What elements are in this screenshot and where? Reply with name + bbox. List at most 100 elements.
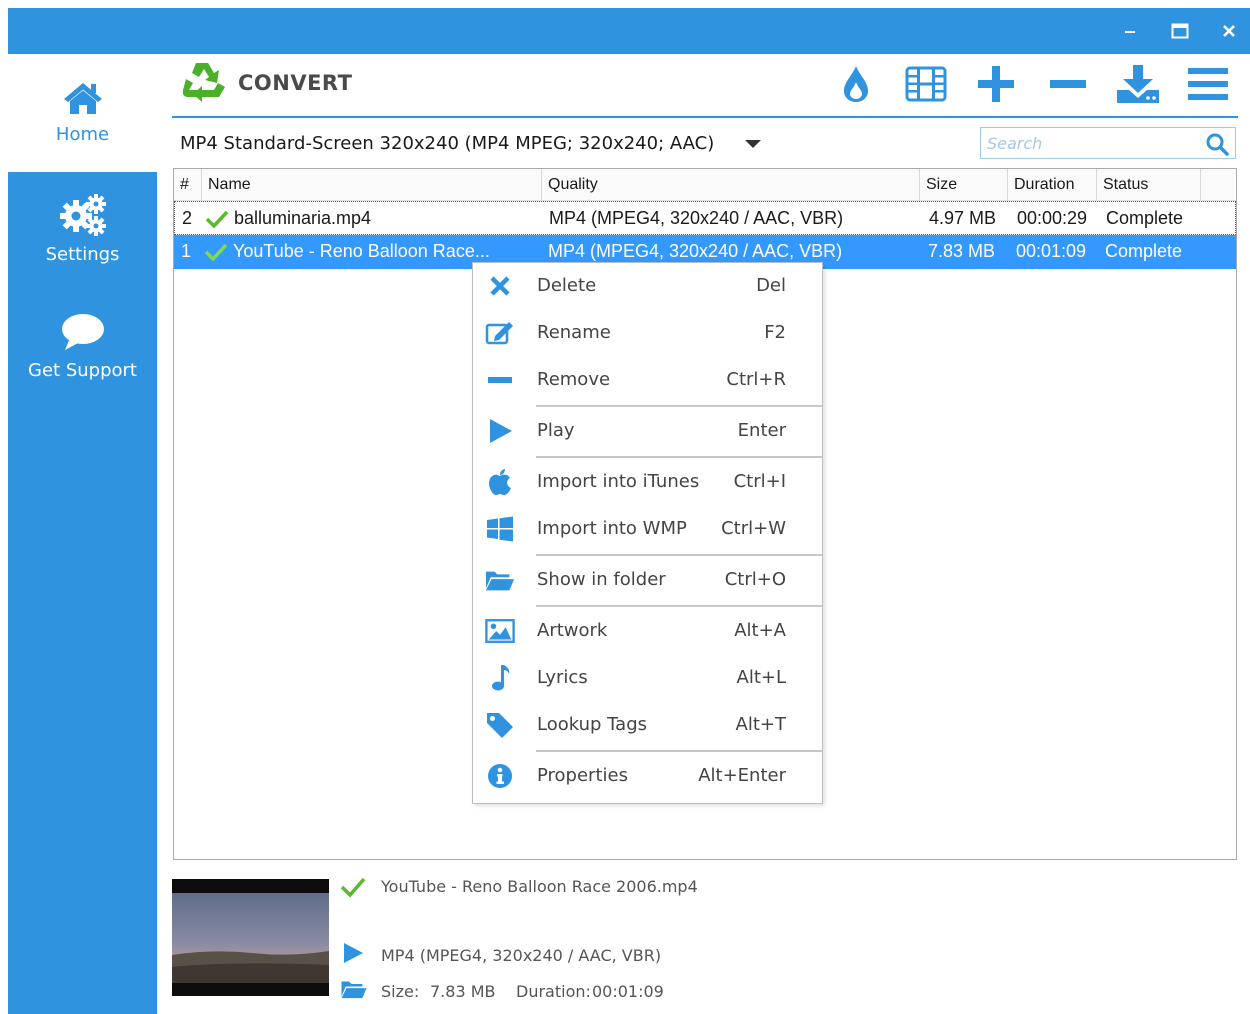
menu-item-shortcut: Ctrl+O xyxy=(724,569,786,590)
menu-item-artwork[interactable]: Artwork Alt+A xyxy=(473,609,822,653)
detail-size-label: Size: xyxy=(381,982,420,1001)
table-row[interactable]: 2 balluminaria.mp4 MP4 (MPEG4, 320x240 /… xyxy=(174,201,1236,235)
info-icon xyxy=(485,763,515,789)
tag-icon xyxy=(485,712,515,738)
menu-item-rename[interactable]: Rename F2 xyxy=(473,311,822,355)
menu-item-shortcut: F2 xyxy=(764,322,786,343)
music-note-icon xyxy=(485,665,515,691)
menu-item-show-in-folder[interactable]: Show in folder Ctrl+O xyxy=(473,558,822,602)
sidebar-item-label: Settings xyxy=(45,244,120,265)
column-header-name[interactable]: Name xyxy=(202,169,542,201)
menu-item-label: Rename xyxy=(537,322,611,343)
play-icon[interactable] xyxy=(342,942,364,964)
column-header-size[interactable]: Size xyxy=(920,169,1008,201)
menu-item-label: Play xyxy=(537,420,575,441)
film-icon xyxy=(905,66,947,102)
row-duration: 00:00:29 xyxy=(1017,208,1088,228)
chat-bubble-icon xyxy=(61,314,104,350)
detail-filename: YouTube - Reno Balloon Race 2006.mp4 xyxy=(381,877,698,896)
row-number: 2 xyxy=(182,208,193,228)
film-button[interactable] xyxy=(902,60,950,108)
row-status: Complete xyxy=(1106,208,1184,228)
delete-x-icon xyxy=(485,273,515,299)
add-icon xyxy=(978,66,1014,102)
close-icon xyxy=(1223,25,1235,37)
menu-item-properties[interactable]: Properties Alt+Enter xyxy=(473,754,822,798)
check-icon xyxy=(205,210,229,228)
add-button[interactable] xyxy=(972,60,1020,108)
video-thumbnail[interactable] xyxy=(172,879,329,996)
burn-icon xyxy=(844,66,868,102)
menu-separator xyxy=(536,554,822,556)
maximize-button[interactable] xyxy=(1164,16,1196,46)
menu-separator xyxy=(536,605,822,607)
search-box xyxy=(980,127,1236,159)
search-icon[interactable] xyxy=(1205,132,1229,156)
sidebar-item-label: Home xyxy=(55,124,110,145)
apple-icon xyxy=(485,469,515,495)
menu-item-lyrics[interactable]: Lyrics Alt+L xyxy=(473,656,822,700)
menu-item-shortcut: Ctrl+W xyxy=(721,518,786,539)
menu-item-shortcut: Alt+L xyxy=(736,667,786,688)
minimize-icon xyxy=(1125,31,1135,33)
menu-item-label: Remove xyxy=(537,369,611,390)
row-quality: MP4 (MPEG4, 320x240 / AAC, VBR) xyxy=(549,208,844,228)
remove-icon xyxy=(1050,80,1086,88)
sidebar-item-get-support[interactable]: Get Support xyxy=(8,312,157,381)
toolbar: CONVERT xyxy=(172,54,1238,118)
folder-icon xyxy=(485,567,515,593)
remove-button[interactable] xyxy=(1044,60,1092,108)
column-header-quality[interactable]: Quality xyxy=(542,169,920,201)
column-header-duration[interactable]: Duration xyxy=(1008,169,1097,201)
menu-item-import-wmp[interactable]: Import into WMP Ctrl+W xyxy=(473,507,822,551)
menu-item-delete[interactable]: Delete Del xyxy=(473,264,822,308)
menu-item-label: Lyrics xyxy=(537,667,588,688)
menu-item-label: Show in folder xyxy=(537,569,666,590)
sidebar-item-label: Get Support xyxy=(28,360,137,381)
menu-item-label: Import into WMP xyxy=(537,518,687,539)
menu-item-lookup-tags[interactable]: Lookup Tags Alt+T xyxy=(473,703,822,747)
menu-item-shortcut: Ctrl+I xyxy=(733,471,786,492)
burn-button[interactable] xyxy=(832,60,880,108)
gears-icon xyxy=(59,194,106,236)
preset-row: MP4 Standard-Screen 320x240 (MP4 MPEG; 3… xyxy=(172,124,1238,164)
menu-item-shortcut: Alt+Enter xyxy=(698,765,786,786)
menu-item-label: Properties xyxy=(537,765,628,786)
close-button[interactable] xyxy=(1213,16,1245,46)
search-input[interactable] xyxy=(987,129,1207,157)
menu-separator xyxy=(536,405,822,407)
maximize-icon xyxy=(1171,23,1189,39)
minimize-button[interactable] xyxy=(1114,16,1146,46)
context-menu: Delete Del Rename F2 Remove Ctrl+R Play … xyxy=(472,262,823,804)
sidebar-item-settings[interactable]: Settings xyxy=(8,192,157,265)
menu-item-remove[interactable]: Remove Ctrl+R xyxy=(473,358,822,402)
download-icon xyxy=(1117,65,1159,103)
menu-separator xyxy=(536,750,822,752)
detail-quality: MP4 (MPEG4, 320x240 / AAC, VBR) xyxy=(381,946,662,965)
column-header-status[interactable]: Status xyxy=(1097,169,1201,201)
row-duration: 00:01:09 xyxy=(1016,241,1087,261)
page-title: CONVERT xyxy=(238,71,353,95)
title-bar xyxy=(8,8,1250,54)
menu-item-play[interactable]: Play Enter xyxy=(473,409,822,453)
menu-button[interactable] xyxy=(1184,60,1232,108)
detail-duration-label: Duration: xyxy=(516,982,591,1001)
row-name: balluminaria.mp4 xyxy=(234,208,372,228)
remove-icon xyxy=(485,367,515,393)
menu-item-import-itunes[interactable]: Import into iTunes Ctrl+I xyxy=(473,460,822,504)
sidebar-item-home[interactable]: Home xyxy=(8,54,157,172)
column-header-number[interactable]: # xyxy=(174,169,202,201)
menu-item-shortcut: Enter xyxy=(737,420,786,441)
details-panel: YouTube - Reno Balloon Race 2006.mp4 MP4… xyxy=(172,870,1238,1014)
menu-item-shortcut: Ctrl+R xyxy=(726,369,786,390)
menu-item-shortcut: Alt+T xyxy=(735,714,786,735)
detail-duration-value: 00:01:09 xyxy=(592,982,664,1001)
home-icon xyxy=(63,83,102,114)
check-icon xyxy=(204,243,228,261)
preset-select[interactable]: MP4 Standard-Screen 320x240 (MP4 MPEG; 3… xyxy=(180,133,714,154)
chevron-down-icon[interactable] xyxy=(744,138,762,150)
menu-item-label: Artwork xyxy=(537,620,608,641)
list-header: # Name Quality Size Duration Status xyxy=(174,169,1236,201)
download-button[interactable] xyxy=(1114,60,1162,108)
folder-icon[interactable] xyxy=(340,979,368,999)
